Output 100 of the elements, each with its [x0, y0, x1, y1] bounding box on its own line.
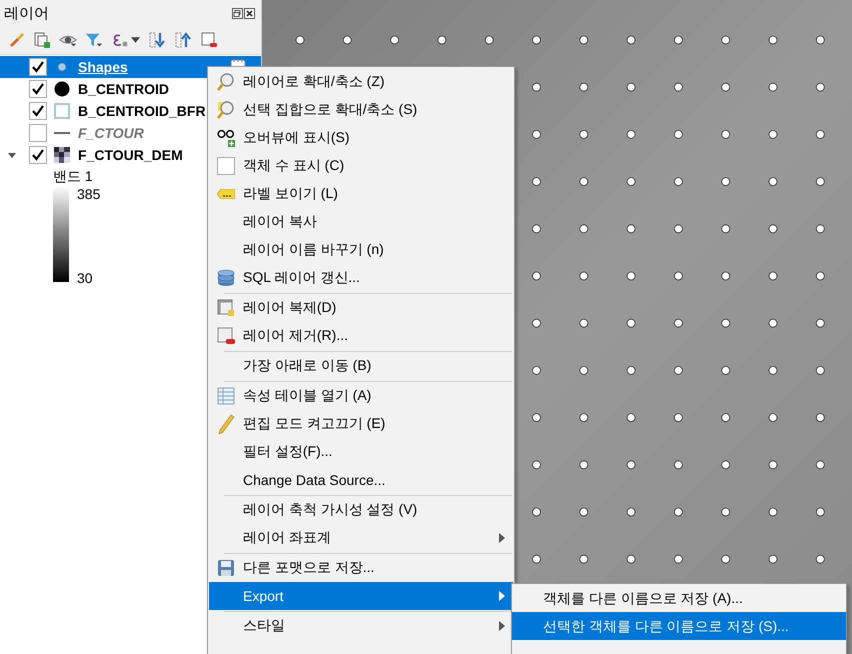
menu-item[interactable]: 선택 집합으로 확대/축소 (S) — [209, 96, 513, 124]
map-point — [816, 366, 825, 375]
menu-item-label: 레이어 축척 가시성 설정 (V) — [243, 501, 418, 519]
map-point — [626, 82, 636, 92]
menu-item[interactable]: Change Data Source... — [209, 466, 513, 494]
database-icon — [217, 269, 235, 287]
remove-layer-icon[interactable] — [200, 31, 218, 49]
float-icon[interactable] — [232, 8, 243, 18]
map-point — [674, 413, 683, 422]
map-point — [532, 413, 541, 422]
map-point — [626, 366, 636, 375]
menu-item[interactable]: 가장 아래로 이동 (B) — [209, 352, 513, 380]
map-point — [579, 460, 588, 470]
map-point — [674, 554, 683, 564]
layer-name: B_CENTROID — [78, 81, 170, 97]
menu-item-label: 레이어 이름 바꾸기 (n) — [243, 241, 384, 259]
checkbox[interactable] — [29, 124, 47, 142]
map-point — [768, 224, 778, 234]
menu-item[interactable]: 다른 포맷으로 저장... — [209, 554, 513, 582]
menu-item-label: 스타일 — [243, 617, 285, 635]
map-point — [721, 272, 730, 280]
map-point — [768, 554, 778, 564]
menu-item[interactable]: Export — [209, 582, 513, 610]
menu-item[interactable]: 레이어 축척 가시성 설정 (V) — [209, 496, 513, 524]
layer-name: F_CTOUR — [78, 125, 144, 141]
map-point — [532, 366, 541, 375]
map-point — [579, 36, 588, 44]
menu-item[interactable]: 오버뷰에 표시(S) — [209, 124, 513, 152]
map-point — [816, 508, 825, 516]
map-point — [579, 318, 588, 328]
map-point — [768, 508, 778, 516]
menu-item[interactable]: 필터 설정(F)... — [209, 438, 513, 466]
menu-item[interactable]: 편집 모드 켜고끄기 (E) — [209, 410, 513, 438]
map-point — [532, 177, 541, 186]
map-point — [579, 177, 588, 186]
menu-item[interactable]: 라벨 보이기 (L) — [209, 180, 513, 208]
map-point — [816, 36, 825, 44]
menu-item-label: 선택 집합으로 확대/축소 (S) — [243, 101, 418, 119]
menu-item[interactable]: 레이어 제거(R)... — [209, 322, 513, 350]
line-symbol-icon — [54, 132, 70, 134]
menu-item[interactable]: 스타일 — [209, 612, 513, 640]
map-point — [674, 130, 683, 139]
menu-item[interactable]: 객체를 다른 이름으로 저장 (A)... — [512, 584, 846, 612]
map-point — [532, 130, 541, 139]
menu-item[interactable]: 객체 수 표시 (C) — [209, 152, 513, 180]
map-point — [674, 36, 683, 44]
menu-item[interactable]: 레이어 좌표계 — [209, 524, 513, 552]
menu-item[interactable]: 레이어 복제(D) — [209, 294, 513, 322]
map-point — [768, 413, 778, 422]
remove-layer-icon — [217, 327, 235, 345]
map-point — [674, 177, 683, 186]
menu-item-label: SQL 레이어 갱신... — [243, 269, 360, 287]
map-point — [626, 224, 636, 234]
map-point — [768, 272, 778, 280]
map-point — [626, 36, 636, 44]
layer-name: B_CENTROID_BFR — [78, 103, 206, 119]
menu-item-label: 레이어 복제(D) — [243, 299, 336, 317]
expand-all-icon[interactable] — [148, 31, 166, 49]
ramp-max-label: 385 — [77, 186, 100, 202]
menu-item-label: Export — [243, 588, 284, 604]
duplicate-layer-icon — [217, 299, 235, 317]
menu-item-label: 레이어 제거(R)... — [243, 327, 348, 345]
checkbox[interactable] — [217, 157, 235, 175]
map-point — [390, 36, 399, 44]
checkbox[interactable] — [29, 58, 47, 76]
map-point — [342, 36, 352, 44]
map-point — [816, 460, 825, 470]
caret-icon[interactable] — [131, 37, 140, 43]
map-point — [721, 413, 730, 422]
add-group-icon[interactable] — [33, 31, 51, 49]
menu-item[interactable]: SQL 레이어 갱신... — [209, 264, 513, 292]
pencil-icon — [217, 414, 235, 434]
map-point — [768, 36, 778, 44]
map-point — [579, 366, 588, 375]
filter-icon[interactable] — [85, 31, 103, 49]
collapse-all-icon[interactable] — [174, 31, 192, 49]
layer-name: Shapes — [78, 59, 128, 75]
map-point — [816, 413, 825, 422]
checkbox[interactable] — [29, 102, 47, 120]
menu-item[interactable]: 레이어 이름 바꾸기 (n) — [209, 236, 513, 264]
checkbox[interactable] — [29, 80, 47, 98]
expand-arrow-icon[interactable] — [7, 150, 17, 160]
map-point — [579, 272, 588, 280]
map-point — [532, 318, 541, 328]
map-point — [721, 224, 730, 234]
checkbox[interactable] — [29, 146, 47, 164]
map-point — [532, 224, 541, 234]
map-point — [674, 460, 683, 470]
map-point — [768, 82, 778, 92]
menu-item-label: 오버뷰에 표시(S) — [243, 129, 350, 147]
menu-item[interactable]: 레이어 복사 — [209, 208, 513, 236]
map-point — [816, 82, 825, 92]
menu-item[interactable]: 선택한 객체를 다른 이름으로 저장 (S)... — [512, 612, 846, 640]
close-icon[interactable] — [244, 8, 255, 18]
menu-item[interactable]: 속성 테이블 열기 (A) — [209, 382, 513, 410]
map-point — [532, 272, 541, 280]
menu-item-label: 다른 포맷으로 저장... — [243, 559, 374, 577]
menu-item-label: 객체 수 표시 (C) — [243, 157, 344, 175]
label-tag-icon — [217, 189, 235, 199]
map-point — [626, 130, 636, 139]
